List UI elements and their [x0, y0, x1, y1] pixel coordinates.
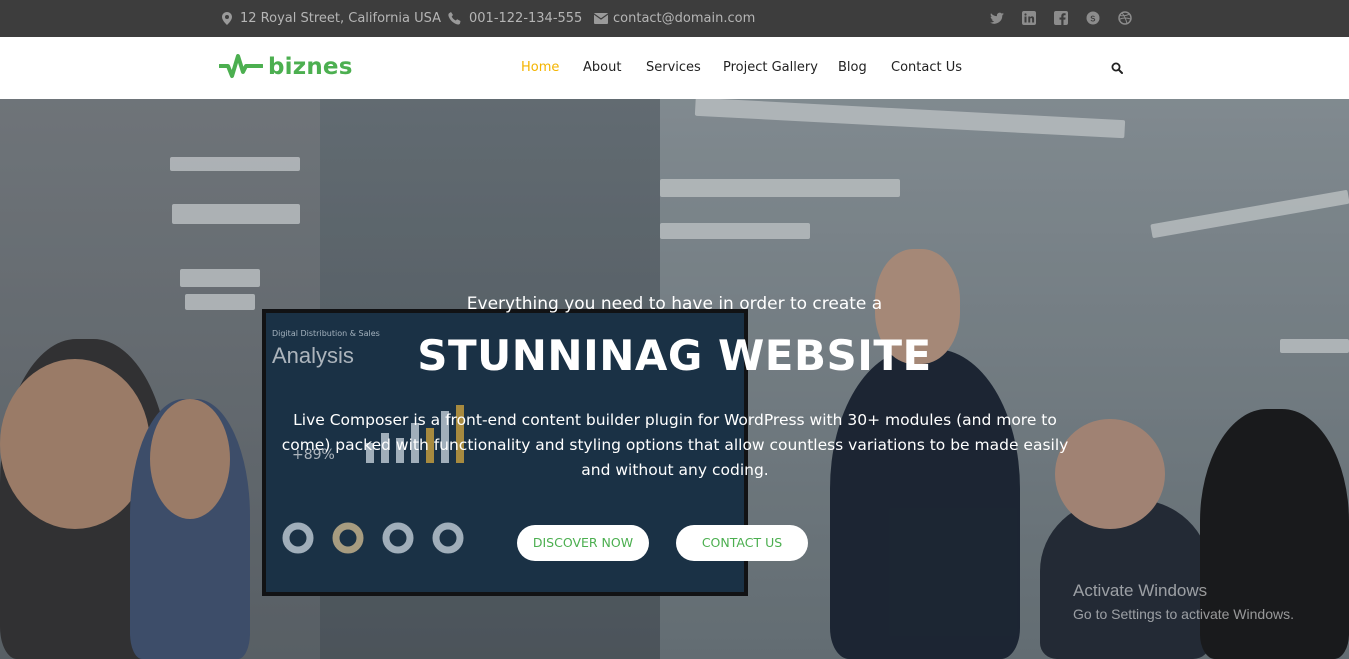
address-item: 12 Royal Street, California USA	[222, 0, 441, 37]
activate-windows-subtitle: Go to Settings to activate Windows.	[1073, 606, 1294, 622]
email-text[interactable]: contact@domain.com	[613, 0, 755, 37]
phone-item: 001-122-134-555	[448, 0, 582, 37]
map-marker-icon	[222, 12, 232, 25]
contact-us-button[interactable]: CONTACT US	[676, 525, 808, 561]
email-item[interactable]: contact@domain.com	[594, 0, 755, 37]
activate-windows-title: Activate Windows	[1073, 581, 1208, 600]
twitter-icon[interactable]	[990, 11, 1004, 25]
nav-services[interactable]: Services	[646, 37, 701, 99]
nav-blog[interactable]: Blog	[838, 37, 867, 99]
envelope-icon	[594, 13, 608, 24]
address-text: 12 Royal Street, California USA	[240, 11, 442, 26]
nav-project-gallery[interactable]: Project Gallery	[723, 37, 818, 99]
facebook-icon[interactable]	[1054, 11, 1068, 25]
discover-now-button[interactable]: DISCOVER NOW	[517, 525, 649, 561]
logo-pulse-icon	[219, 54, 263, 78]
skype-icon[interactable]	[1086, 11, 1100, 25]
search-icon[interactable]	[1111, 62, 1123, 74]
phone-icon	[448, 12, 461, 25]
nav-about[interactable]: About	[583, 37, 621, 99]
hero-title: STUNNINAG WEBSITE	[417, 331, 932, 380]
hero-subtitle: Everything you need to have in order to …	[466, 294, 883, 314]
nav-home[interactable]: Home	[521, 37, 559, 99]
logo[interactable]: biznes	[219, 54, 353, 80]
dribbble-icon[interactable]	[1118, 11, 1132, 25]
phone-text: 001-122-134-555	[469, 11, 583, 26]
linkedin-icon[interactable]	[1022, 11, 1036, 25]
top-bar: 12 Royal Street, California USA 001-122-…	[0, 0, 1349, 37]
logo-text: biznes	[268, 54, 353, 80]
hero-description: Live Composer is a front-end content bui…	[281, 411, 1069, 479]
main-header: biznes Home About Services Project Galle…	[0, 37, 1349, 99]
hero-section: Digital Distribution & Sales Analysis +8…	[0, 99, 1349, 659]
nav-contact-us[interactable]: Contact Us	[891, 37, 962, 99]
